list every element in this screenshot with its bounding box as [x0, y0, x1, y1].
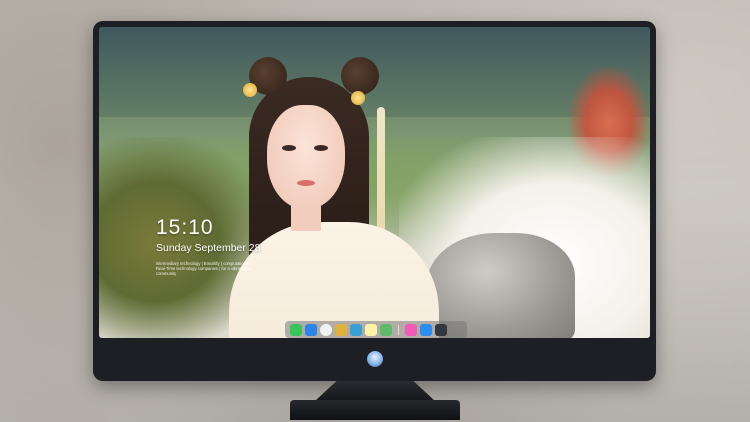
lockscreen-note: intermediary technology | Emulsify | com… [156, 261, 253, 276]
figure-face [267, 105, 345, 209]
wallpaper-figure [229, 57, 449, 338]
notes-icon[interactable] [365, 323, 377, 336]
hair-ornament [351, 91, 365, 105]
appstore-icon[interactable] [420, 323, 432, 336]
safari-icon[interactable] [320, 323, 332, 336]
lockscreen-time: 15:10 [156, 216, 214, 239]
lockscreen-date: Sunday September 28 [156, 242, 261, 254]
finder-icon[interactable] [305, 323, 317, 336]
monitor-logo-icon [367, 351, 383, 367]
dock [285, 321, 467, 338]
hair-ornament [243, 83, 257, 97]
photos-icon[interactable] [335, 323, 347, 336]
figure-lips [297, 180, 315, 186]
monitor-frame: 15:10 Sunday September 28 intermediary t… [93, 21, 656, 381]
music-icon[interactable] [405, 323, 417, 336]
preview-icon[interactable] [380, 323, 392, 336]
monitor-stand-base [290, 400, 460, 420]
messages-icon[interactable] [290, 323, 302, 336]
screen: 15:10 Sunday September 28 intermediary t… [99, 27, 650, 338]
camera-icon[interactable] [435, 323, 447, 336]
figure-hair-bun [341, 57, 379, 95]
figure-eye [314, 145, 328, 151]
figure-eye [282, 145, 296, 151]
clapper-icon[interactable] [350, 323, 362, 336]
dock-separator [398, 324, 399, 335]
